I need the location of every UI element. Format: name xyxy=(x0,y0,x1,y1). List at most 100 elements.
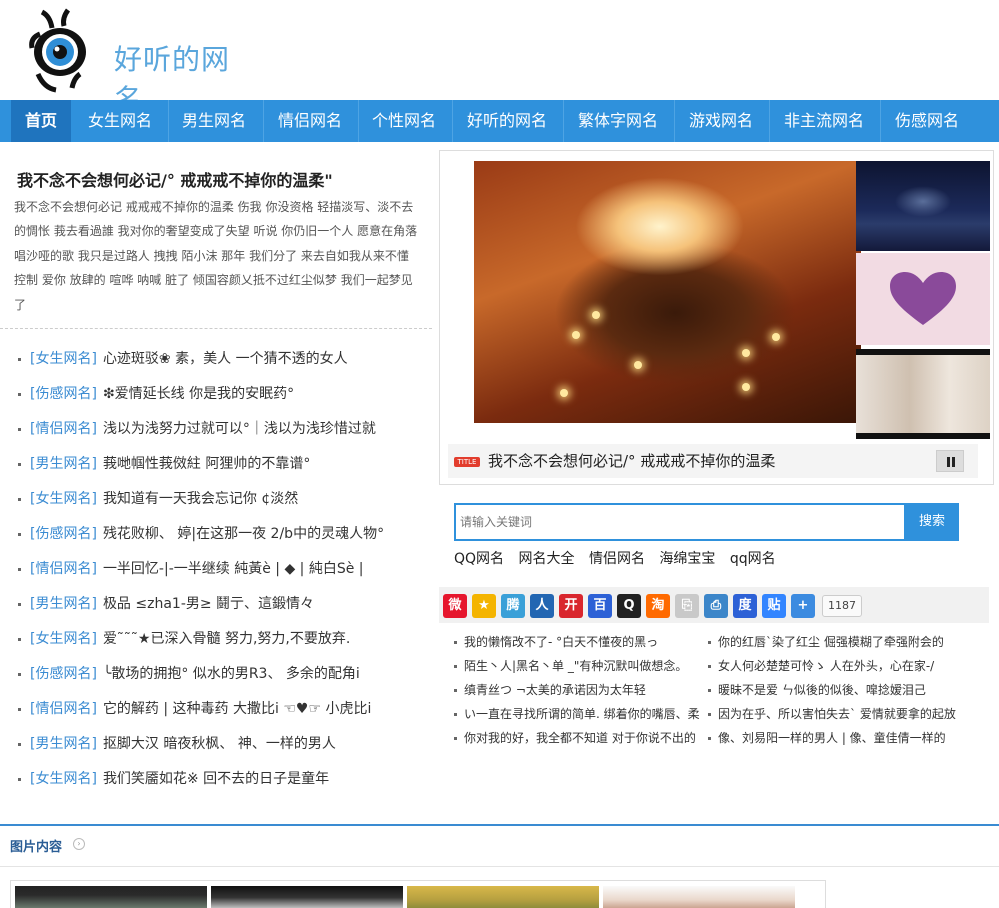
site-logo[interactable]: 好听的网名 xyxy=(28,8,258,116)
copy-icon[interactable]: ⎘ xyxy=(675,594,699,618)
qq-icon[interactable]: Q xyxy=(617,594,641,618)
list-item: [男生网名] 莪哋帼性莪傚紸 阿狸帅的不靠谱° xyxy=(18,449,433,484)
list-item-category[interactable]: [男生网名] xyxy=(30,736,97,752)
search-input[interactable] xyxy=(456,505,904,539)
article-list: [女生网名] 心迹斑驳❀ 素，美人 一个猜不透的女人 [伤感网名] ❇爱情延长线 你… xyxy=(18,344,433,799)
hot-keyword-link[interactable]: 网名大全 xyxy=(519,551,575,567)
list-item[interactable]: 你的红唇`染了红尘 倔强模糊了牵强附会的 xyxy=(708,630,968,654)
picture-thumbnail[interactable] xyxy=(211,886,403,908)
list-item-category[interactable]: [伤感网名] xyxy=(30,386,97,402)
nav-item-couple[interactable]: 情侣网名 xyxy=(266,100,354,142)
list-item-title[interactable]: 我知道有一天我会忘记你 ¢淡然 xyxy=(103,491,298,507)
kaixin-icon[interactable]: 开 xyxy=(559,594,583,618)
search-button[interactable]: 搜索 xyxy=(905,503,959,541)
slideshow-main-image[interactable] xyxy=(474,161,861,423)
list-item[interactable]: 陌生丶人|黑名丶单 _"有种沉默叫做想念。 xyxy=(454,654,699,678)
pictures-section-title[interactable]: 图片内容 xyxy=(10,836,62,855)
nav-item-personality[interactable]: 个性网名 xyxy=(360,100,448,142)
nav-item-home[interactable]: 首页 xyxy=(11,100,71,142)
list-item-title[interactable]: 陌生丶人|黑名丶单 _"有种沉默叫做想念。 xyxy=(464,659,687,673)
list-item-title[interactable]: 极品 ≤zha1-男≥ 鬪亍、這鍛情々 xyxy=(103,596,314,612)
list-item-category[interactable]: [女生网名] xyxy=(30,351,97,367)
baidu-space-icon[interactable]: 度 xyxy=(733,594,757,618)
list-item[interactable]: 我的懒惰改不了- °白天不懂夜的黑っ xyxy=(454,630,699,654)
list-item[interactable]: 像、刘易阳一样的男人 | 像、童佳倩一样的 xyxy=(708,726,968,750)
hot-keyword-link[interactable]: QQ网名 xyxy=(454,551,504,567)
list-item-title[interactable]: ❇爱情延长线 你是我的安眠药° xyxy=(103,386,294,402)
list-item-title[interactable]: 心迹斑驳❀ 素，美人 一个猜不透的女人 xyxy=(103,351,348,367)
list-item-title[interactable]: 像、刘易阳一样的男人 | 像、童佳倩一样的 xyxy=(718,731,946,745)
bullet-icon xyxy=(18,532,21,536)
nav-item-nonmainstream[interactable]: 非主流网名 xyxy=(771,100,877,142)
list-item: [男生网名] 抠脚大汉 暗夜秋枫、 神、一样的男人 xyxy=(18,729,433,764)
list-item-title[interactable]: 爱˜˜˜★已深入骨髓 努力,努力,不要放弃. xyxy=(103,631,350,647)
lamp-glow xyxy=(634,361,642,369)
list-item-category[interactable]: [女生网名] xyxy=(30,631,97,647)
chevron-right-icon[interactable]: › xyxy=(73,838,85,850)
list-item-title[interactable]: 我的懒惰改不了- °白天不懂夜的黑っ xyxy=(464,635,658,649)
list-item-title[interactable]: 你的红唇`染了红尘 倔强模糊了牵强附会的 xyxy=(718,635,944,649)
nav-divider xyxy=(563,100,564,142)
bullet-icon xyxy=(708,737,711,740)
list-item-category[interactable]: [情侣网名] xyxy=(30,561,97,577)
list-item-category[interactable]: [男生网名] xyxy=(30,596,97,612)
list-item-title[interactable]: 缜青丝つ ¬太美的承诺因为太年轻 xyxy=(464,683,646,697)
hot-keyword-link[interactable]: qq网名 xyxy=(730,551,776,567)
nav-item-female[interactable]: 女生网名 xyxy=(76,100,164,142)
list-item-title[interactable]: 你对我的好，我全都不知道 对于你说不出的 xyxy=(464,731,696,745)
hot-keyword-link[interactable]: 海绵宝宝 xyxy=(659,551,715,567)
list-item-title[interactable]: 浅以为浅努力过就可以°｜浅以为浅珍惜过就 xyxy=(103,421,376,437)
list-item[interactable]: 女人何必楚楚可怜ゝ 人在外头，心在家-/ xyxy=(708,654,968,678)
nav-item-sad[interactable]: 伤感网名 xyxy=(882,100,972,142)
list-item[interactable]: 缜青丝つ ¬太美的承诺因为太年轻 xyxy=(454,678,699,702)
list-item[interactable]: い一直在寻找所谓的简单. 绑着你的嘴唇、柔 xyxy=(454,702,700,726)
tencent-weibo-icon[interactable]: 腾 xyxy=(501,594,525,618)
hot-keyword-link[interactable]: 情侣网名 xyxy=(589,551,645,567)
print-icon[interactable]: ⎙ xyxy=(704,594,728,618)
list-item[interactable]: 你对我的好，我全都不知道 对于你说不出的 xyxy=(454,726,699,750)
taobao-icon[interactable]: 淘 xyxy=(646,594,670,618)
picture-thumbnail[interactable] xyxy=(603,886,795,908)
picture-thumbnail[interactable] xyxy=(15,886,207,908)
list-item-category[interactable]: [男生网名] xyxy=(30,456,97,472)
tieba-icon[interactable]: 贴 xyxy=(762,594,786,618)
slideshow-thumbnail[interactable] xyxy=(856,349,990,439)
list-item-title[interactable]: 因为在乎、所以害怕失去` 爱情就要拿的起放 xyxy=(718,707,956,721)
list-item-title[interactable]: 一半回忆-|-一半继续 純黃è | ◆ | 純白Sè | xyxy=(103,561,364,577)
slideshow-caption[interactable]: 我不念不会想何必记/° 戒戒戒不掉你的温柔 xyxy=(488,450,775,471)
slideshow-thumbnail[interactable] xyxy=(856,161,990,251)
list-item[interactable]: 暖昧不是爱 ㄣ似後的似後、噑捻嫒泪己 xyxy=(708,678,968,702)
list-item-title[interactable]: 莪哋帼性莪傚紸 阿狸帅的不靠谱° xyxy=(103,456,310,472)
pause-button[interactable] xyxy=(936,450,964,472)
list-item-title[interactable]: 女人何必楚楚可怜ゝ 人在外头，心在家-/ xyxy=(718,659,934,673)
list-item-title[interactable]: 抠脚大汉 暗夜秋枫、 神、一样的男人 xyxy=(103,736,336,752)
qzone-icon[interactable]: ★ xyxy=(472,594,496,618)
list-item-category[interactable]: [女生网名] xyxy=(30,491,97,507)
nav-item-traditional[interactable]: 繁体字网名 xyxy=(565,100,671,142)
lamp-glow xyxy=(592,311,600,319)
list-item-category[interactable]: [情侣网名] xyxy=(30,701,97,717)
list-item-title[interactable]: い一直在寻找所谓的简单. 绑着你的嘴唇、柔 xyxy=(464,707,700,721)
nav-item-nice-names[interactable]: 好听的网名 xyxy=(454,100,560,142)
list-item-title[interactable]: 它的解药 | 这种毒药 大撒比i ☜♥☞ 小虎比i xyxy=(103,701,371,717)
baidu-icon[interactable]: 百 xyxy=(588,594,612,618)
list-item-category[interactable]: [伤感网名] xyxy=(30,526,97,542)
list-item-title[interactable]: 我们笑靥如花※ 回不去的日子是童年 xyxy=(103,771,329,787)
list-item[interactable]: 因为在乎、所以害怕失去` 爱情就要拿的起放 xyxy=(708,702,968,726)
nav-item-game[interactable]: 游戏网名 xyxy=(676,100,766,142)
list-item-category[interactable]: [伤感网名] xyxy=(30,666,97,682)
picture-thumbnail[interactable] xyxy=(407,886,599,908)
weibo-icon[interactable]: 微 xyxy=(443,594,467,618)
renren-icon[interactable]: 人 xyxy=(530,594,554,618)
list-item-title[interactable]: 残花败柳、 婷|在这那一夜 2/b中的灵魂人物° xyxy=(103,526,384,542)
more-icon[interactable]: + xyxy=(791,594,815,618)
logo-eye-icon xyxy=(29,8,86,93)
slideshow-thumbnail[interactable] xyxy=(856,253,990,345)
featured-title[interactable]: 我不念不会想何必记/° 戒戒戒不掉你的温柔" xyxy=(17,167,333,191)
nav-item-male[interactable]: 男生网名 xyxy=(170,100,258,142)
list-item: [女生网名] 心迹斑驳❀ 素，美人 一个猜不透的女人 xyxy=(18,344,433,379)
list-item-category[interactable]: [女生网名] xyxy=(30,771,97,787)
list-item-title[interactable]: 暖昧不是爱 ㄣ似後的似後、噑捻嫒泪己 xyxy=(718,683,926,697)
list-item-title[interactable]: ╰散场的拥抱° 似水的男R3、 多余的配角i xyxy=(103,666,360,682)
list-item-category[interactable]: [情侣网名] xyxy=(30,421,97,437)
